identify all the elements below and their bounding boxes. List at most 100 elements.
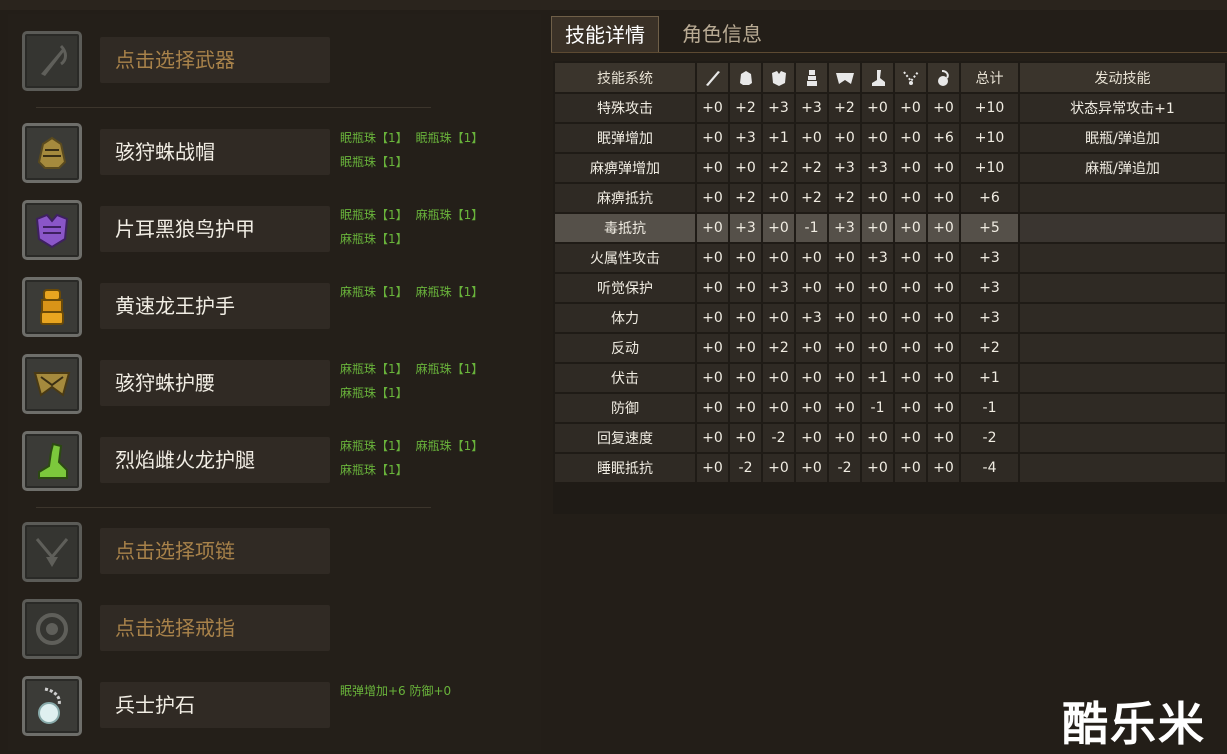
skill-value-cell: +0	[829, 274, 860, 302]
activated-skill-cell	[1020, 454, 1225, 482]
select-necklace-button[interactable]: 点击选择项链	[100, 528, 330, 574]
skill-value-cell: -1	[796, 214, 827, 242]
activated-skill-cell	[1020, 244, 1225, 272]
table-row[interactable]: 反动 +0 +0 +2 +0 +0 +0 +0 +0 +2	[555, 334, 1225, 362]
chest-armor-icon[interactable]	[22, 200, 82, 260]
decoration-slot[interactable]: 麻瓶珠【1】	[416, 203, 484, 227]
table-row[interactable]: 火属性攻击 +0 +0 +0 +0 +0 +3 +0 +0 +3	[555, 244, 1225, 272]
select-ring-button[interactable]: 点击选择戒指	[100, 605, 330, 651]
table-row[interactable]: 麻痹抵抗 +0 +2 +0 +2 +2 +0 +0 +0 +6	[555, 184, 1225, 212]
skill-value-cell: +0	[697, 124, 728, 152]
arms-slot-row[interactable]: 黄速龙王护手 麻瓶珠【1】 麻瓶珠【1】	[22, 275, 532, 343]
skill-value-cell: +0	[895, 364, 926, 392]
skill-value-cell: +0	[697, 334, 728, 362]
table-row[interactable]: 防御 +0 +0 +0 +0 +0 -1 +0 +0 -1	[555, 394, 1225, 422]
waist-icon[interactable]	[22, 354, 82, 414]
skill-value-cell: +0	[730, 424, 761, 452]
decoration-slot[interactable]: 麻瓶珠【1】	[416, 434, 484, 458]
waist-slot-row[interactable]: 骇狩蛛护腰 麻瓶珠【1】 麻瓶珠【1】 麻瓶珠【1】	[22, 352, 532, 420]
chest-armor-name[interactable]: 片耳黑狼鸟护甲	[100, 206, 330, 252]
skill-value-cell: +2	[730, 94, 761, 122]
table-row[interactable]: 特殊攻击 +0 +2 +3 +3 +2 +0 +0 +0 +10 状态异常攻击+1	[555, 94, 1225, 122]
decoration-slot[interactable]: 麻瓶珠【1】	[340, 434, 408, 458]
helmet-slot-row[interactable]: 骇狩蛛战帽 眠瓶珠【1】 眠瓶珠【1】 眠瓶珠【1】	[22, 121, 532, 189]
table-row[interactable]: 伏击 +0 +0 +0 +0 +0 +1 +0 +0 +1	[555, 364, 1225, 392]
skill-value-cell: +0	[730, 154, 761, 182]
skill-value-cell: +0	[697, 94, 728, 122]
tab-skill-details[interactable]: 技能详情	[551, 16, 659, 52]
table-row[interactable]: 体力 +0 +0 +0 +3 +0 +0 +0 +0 +3	[555, 304, 1225, 332]
necklace-slot-row[interactable]: 点击选择项链	[22, 520, 532, 588]
waist-icon	[829, 63, 860, 92]
skill-value-cell: +0	[895, 454, 926, 482]
skill-value-cell: +2	[829, 184, 860, 212]
necklace-slot-icon[interactable]	[22, 522, 82, 582]
gauntlet-icon[interactable]	[22, 277, 82, 337]
skill-value-cell: +0	[928, 364, 959, 392]
skill-total-cell: +5	[961, 214, 1018, 242]
decoration-slot[interactable]: 眠瓶珠【1】	[340, 150, 408, 174]
arm-icon	[796, 63, 827, 92]
skill-value-cell: +0	[829, 394, 860, 422]
helmet-icon[interactable]	[22, 123, 82, 183]
weapon-slot-icon[interactable]	[22, 31, 82, 91]
skill-value-cell: +0	[796, 424, 827, 452]
ring-slot-icon[interactable]	[22, 599, 82, 659]
charm-icon[interactable]	[22, 676, 82, 736]
skill-value-cell: +0	[928, 184, 959, 212]
legs-name[interactable]: 烈焰雌火龙护腿	[100, 437, 330, 483]
header-total: 总计	[961, 63, 1018, 92]
skill-value-cell: +0	[928, 214, 959, 242]
skill-value-cell: +0	[796, 244, 827, 272]
skill-name-cell: 听觉保护	[555, 274, 695, 302]
skill-value-cell: +0	[829, 304, 860, 332]
skill-total-cell: +3	[961, 244, 1018, 272]
skill-value-cell: +0	[763, 304, 794, 332]
skill-name-cell: 毒抵抗	[555, 214, 695, 242]
skill-value-cell: +0	[928, 334, 959, 362]
chest-slot-row[interactable]: 片耳黑狼鸟护甲 眠瓶珠【1】 麻瓶珠【1】 麻瓶珠【1】	[22, 198, 532, 266]
decoration-slot[interactable]: 麻瓶珠【1】	[340, 458, 408, 482]
skill-value-cell: +0	[697, 304, 728, 332]
waist-name[interactable]: 骇狩蛛护腰	[100, 360, 330, 406]
decoration-slot[interactable]: 眠瓶珠【1】	[416, 126, 484, 150]
activated-skill-cell	[1020, 184, 1225, 212]
charm-slot-row[interactable]: 兵士护石 眠弹增加+6 防御+0	[22, 674, 532, 742]
gauntlet-name[interactable]: 黄速龙王护手	[100, 283, 330, 329]
skill-value-cell: +0	[862, 454, 893, 482]
decoration-slot[interactable]: 麻瓶珠【1】	[416, 280, 484, 304]
table-row[interactable]: 睡眠抵抗 +0 -2 +0 +0 -2 +0 +0 +0 -4	[555, 454, 1225, 482]
decoration-slot[interactable]: 麻瓶珠【1】	[340, 381, 408, 405]
helmet-name[interactable]: 骇狩蛛战帽	[100, 129, 330, 175]
decoration-slot[interactable]: 麻瓶珠【1】	[340, 280, 408, 304]
table-row[interactable]: 眠弹增加 +0 +3 +1 +0 +0 +0 +0 +6 +10 眠瓶/弹追加	[555, 124, 1225, 152]
weapon-slot-row[interactable]: 点击选择武器	[22, 29, 532, 97]
skill-value-cell: +3	[730, 124, 761, 152]
skill-value-cell: -2	[763, 424, 794, 452]
tab-character-info[interactable]: 角色信息	[667, 16, 777, 52]
legs-slot-row[interactable]: 烈焰雌火龙护腿 麻瓶珠【1】 麻瓶珠【1】 麻瓶珠【1】	[22, 429, 532, 497]
decoration-slot[interactable]: 麻瓶珠【1】	[416, 357, 484, 381]
skill-table-panel: 技能系统 总计 发动技能 特殊攻击 +0 +2 +3 +3 +2 +0 +0 +0 +10 状态异常…	[553, 61, 1227, 514]
decoration-slot[interactable]: 眠瓶珠【1】	[340, 203, 408, 227]
skill-value-cell: +0	[730, 364, 761, 392]
decoration-slot[interactable]: 麻瓶珠【1】	[340, 227, 408, 251]
skill-value-cell: +0	[763, 244, 794, 272]
skill-name-cell: 防御	[555, 394, 695, 422]
skill-value-cell: +0	[796, 364, 827, 392]
decoration-slot[interactable]: 眠瓶珠【1】	[340, 126, 408, 150]
charm-name[interactable]: 兵士护石	[100, 682, 330, 728]
skill-value-cell: +0	[697, 154, 728, 182]
table-row[interactable]: 麻痹弹增加 +0 +0 +2 +2 +3 +3 +0 +0 +10 麻瓶/弹追加	[555, 154, 1225, 182]
legs-icon[interactable]	[22, 431, 82, 491]
table-row[interactable]: 回复速度 +0 +0 -2 +0 +0 +0 +0 +0 -2	[555, 424, 1225, 452]
select-weapon-button[interactable]: 点击选择武器	[100, 37, 330, 83]
skill-value-cell: +0	[730, 244, 761, 272]
skill-total-cell: +2	[961, 334, 1018, 362]
skill-value-cell: +0	[928, 94, 959, 122]
table-row[interactable]: 听觉保护 +0 +0 +3 +0 +0 +0 +0 +0 +3	[555, 274, 1225, 302]
table-row[interactable]: 毒抵抗 +0 +3 +0 -1 +3 +0 +0 +0 +5	[555, 214, 1225, 242]
skill-value-cell: +0	[895, 154, 926, 182]
decoration-slot[interactable]: 麻瓶珠【1】	[340, 357, 408, 381]
ring-slot-row[interactable]: 点击选择戒指	[22, 597, 532, 665]
